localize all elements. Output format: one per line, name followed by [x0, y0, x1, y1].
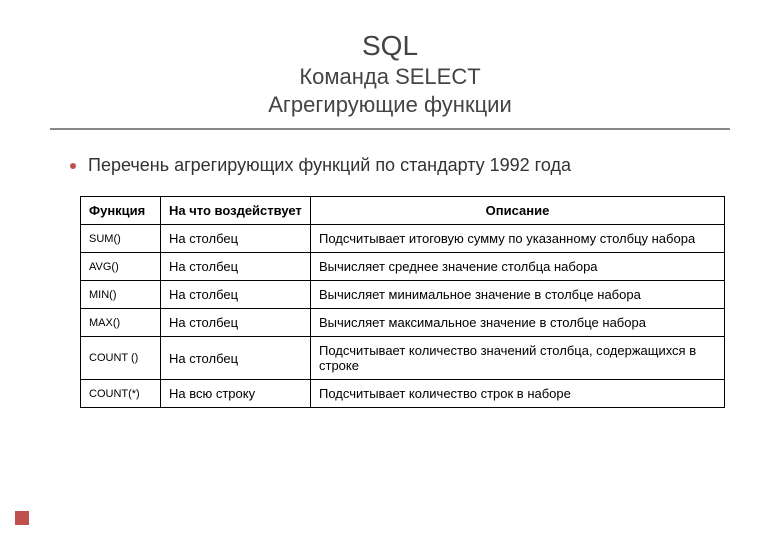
title-subtitle-2: Агрегирующие функции	[50, 92, 730, 118]
bullet-icon	[70, 163, 76, 169]
cell-func: COUNT ()	[81, 337, 161, 380]
table-row: MAX() На столбец Вычисляет максимальное …	[81, 309, 725, 337]
cell-target: На всю строку	[161, 380, 311, 408]
table-row: MIN() На столбец Вычисляет минимальное з…	[81, 281, 725, 309]
cell-func: COUNT(*)	[81, 380, 161, 408]
table-row: AVG() На столбец Вычисляет среднее значе…	[81, 253, 725, 281]
table-row: COUNT(*) На всю строку Подсчитывает коли…	[81, 380, 725, 408]
bullet-text: Перечень агрегирующих функций по стандар…	[88, 155, 571, 176]
table-row: SUM() На столбец Подсчитывает итоговую с…	[81, 225, 725, 253]
functions-table: Функция На что воздействует Описание SUM…	[80, 196, 725, 408]
cell-desc: Подсчитывает итоговую сумму по указанном…	[311, 225, 725, 253]
bullet-line: Перечень агрегирующих функций по стандар…	[70, 155, 730, 176]
table-header-row: Функция На что воздействует Описание	[81, 197, 725, 225]
title-main: SQL	[50, 30, 730, 62]
cell-target: На столбец	[161, 281, 311, 309]
cell-target: На столбец	[161, 253, 311, 281]
cell-desc: Вычисляет среднее значение столбца набор…	[311, 253, 725, 281]
title-subtitle-1: Команда SELECT	[50, 64, 730, 90]
table-row: COUNT () На столбец Подсчитывает количес…	[81, 337, 725, 380]
cell-func: MIN()	[81, 281, 161, 309]
cell-desc: Подсчитывает количество строк в наборе	[311, 380, 725, 408]
cell-target: На столбец	[161, 309, 311, 337]
title-divider	[50, 128, 730, 130]
cell-target: На столбец	[161, 225, 311, 253]
cell-func: AVG()	[81, 253, 161, 281]
cell-desc: Вычисляет минимальное значение в столбце…	[311, 281, 725, 309]
cell-desc: Вычисляет максимальное значение в столбц…	[311, 309, 725, 337]
header-desc: Описание	[311, 197, 725, 225]
cell-func: MAX()	[81, 309, 161, 337]
header-target: На что воздействует	[161, 197, 311, 225]
cell-target: На столбец	[161, 337, 311, 380]
corner-accent-icon	[15, 511, 29, 525]
header-func: Функция	[81, 197, 161, 225]
cell-func: SUM()	[81, 225, 161, 253]
cell-desc: Подсчитывает количество значений столбца…	[311, 337, 725, 380]
slide-title-block: SQL Команда SELECT Агрегирующие функции	[50, 30, 730, 118]
